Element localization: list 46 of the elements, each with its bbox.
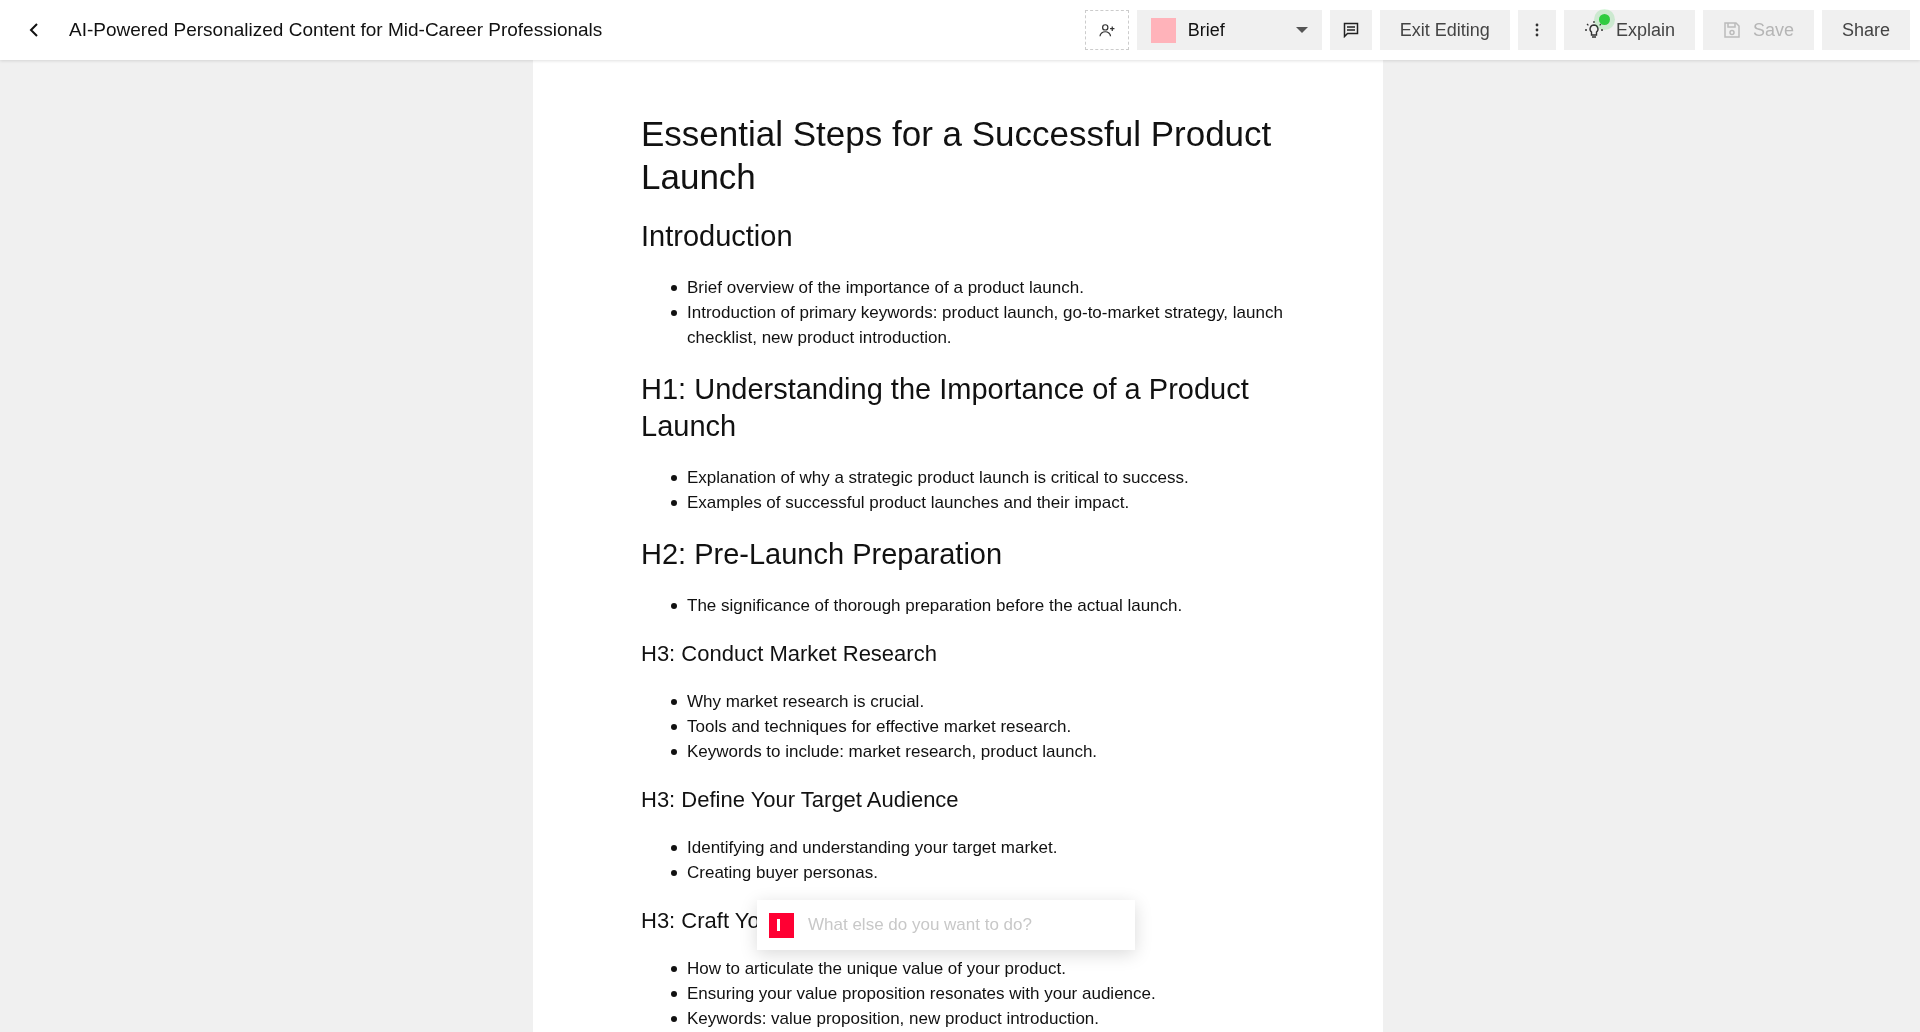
toolbar-button[interactable]: Share [1821,10,1910,50]
subsection-heading: H3: Conduct Market Research [641,640,937,668]
bullet-text: Why market research is crucial. [687,691,925,713]
document-title: AI-Powered Personalized Content for Mid-Career Professionals [69,19,603,41]
subsection-heading: H3: Define Your Target Audience [641,786,959,814]
bullet-icon [671,749,677,755]
bullet-icon [671,724,677,730]
bullet-text: Identifying and understanding your target market. [687,837,1058,859]
bullet-icon [671,310,677,316]
bullet-text: Ensuring your value proposition resonates with your audience. [687,983,1156,1005]
toolbar-button[interactable]: Exit Editing [1379,10,1510,50]
lightbulb-icon [1583,20,1604,40]
logo-icon [769,912,794,938]
bullet-text: Introduction of primary keywords: product launch, go-to-market strategy, launch checklist, new product introduction. [687,302,1283,349]
bullet-icon [671,603,677,609]
bullet-icon [671,285,677,291]
more-icon [1534,23,1539,37]
bullet-icon [671,870,677,876]
bullet-text: The significance of thorough preparation before the actual launch. [687,595,1183,617]
bullet-icon [671,475,677,481]
bullet-text: How to articulate the unique value of your product. [687,958,1066,980]
bullet-icon [671,991,677,997]
bullet-icon [671,845,677,851]
explain-button[interactable]: Explain [1563,10,1695,50]
section-heading: Introduction [641,219,794,254]
add-user-icon [1097,23,1116,37]
bullet-icon [671,1016,677,1022]
bullet-text: Keywords to include: market research, product launch. [687,741,1098,763]
add-user-button[interactable] [1084,10,1129,50]
bullet-text: Creating buyer personas. [687,862,878,884]
section-heading: H1: Understanding the Importance of a Product Launch [641,372,1250,444]
bullet-icon [671,966,677,972]
comment-icon [1342,22,1359,38]
bullet-icon [671,500,677,506]
comment-button[interactable] [1329,10,1372,50]
bullet-text: Explanation of why a strategic product launch is critical to success. [687,467,1189,489]
section-heading: H2: Pre-Launch Preparation [641,537,1004,572]
bullet-text: Examples of successful product launches and their impact. [687,492,1130,514]
bullet-text: Tools and techniques for effective market research. [687,716,1072,738]
caret-icon [1295,27,1308,33]
bullet-text: Keywords: value proposition, new product introduction. [687,1008,1099,1030]
style-dropdown[interactable]: Brief [1136,10,1322,50]
document-heading: Essential Steps for a Successful Product Launch [641,113,1273,198]
bullet-icon [671,699,677,705]
dropdown-label: Brief [1187,19,1226,41]
bullet-text: Brief overview of the importance of a product launch. [687,277,1084,299]
